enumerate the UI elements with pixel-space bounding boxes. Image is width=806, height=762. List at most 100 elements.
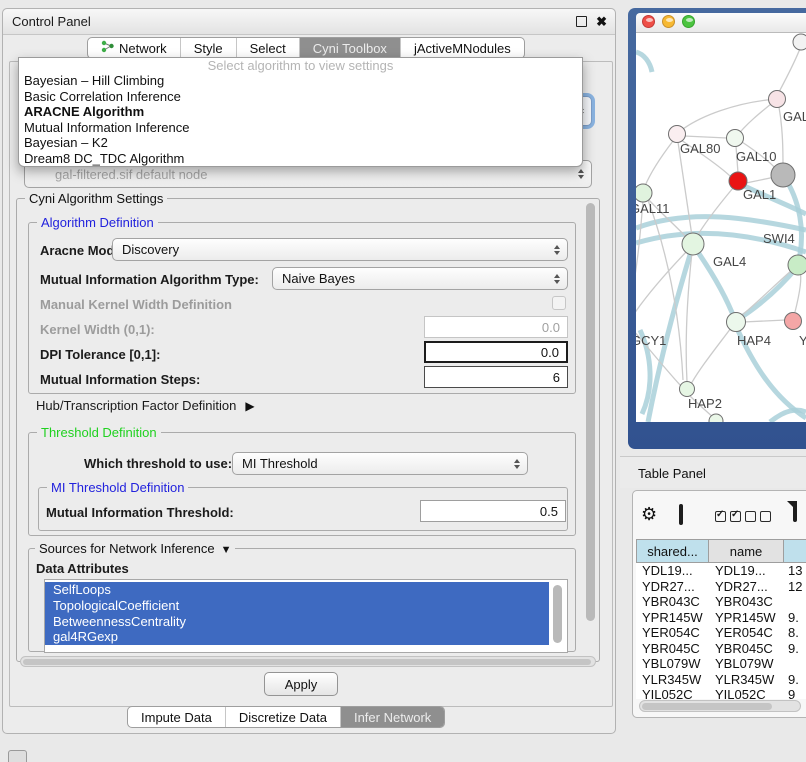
dpi-tolerance-field[interactable]: 0.0: [424, 341, 568, 363]
split-columns-icon[interactable]: [679, 504, 683, 525]
minimize-window-icon[interactable]: [662, 15, 675, 28]
algorithm-option-basic-correlation-inference[interactable]: Basic Correlation Inference: [19, 89, 582, 105]
network-window-titlebar[interactable]: [636, 13, 806, 33]
collapsed-panel-icon[interactable]: [8, 750, 27, 762]
table-row[interactable]: YER054CYER054C8.: [636, 625, 806, 641]
data-attributes-list[interactable]: SelfLoopsTopologicalCoefficientBetweenne…: [44, 579, 568, 653]
network-edge[interactable]: [636, 52, 652, 72]
network-edge[interactable]: [741, 270, 792, 316]
table-row[interactable]: YBL079WYBL079W: [636, 656, 806, 672]
tab-network[interactable]: Network: [88, 38, 180, 58]
table-cell: 8.: [784, 625, 806, 641]
network-edge[interactable]: [691, 328, 731, 384]
table-cell: 13: [784, 563, 806, 579]
table-row[interactable]: YDR27...YDR27...12: [636, 579, 806, 595]
table-body: YDL19...YDL19...13YDR27...YDR27...12YBR0…: [636, 563, 806, 699]
sources-title: Sources for Network Inference: [39, 541, 215, 556]
network-node-gal11[interactable]: [636, 184, 652, 202]
algorithm-option-bayesian-k2[interactable]: Bayesian – K2: [19, 135, 582, 151]
horizontal-scrollbar-thumb[interactable]: [23, 659, 591, 666]
control-panel-titlebar[interactable]: Control Panel ✖: [3, 9, 615, 35]
attribute-item-gal4rgexp[interactable]: gal4RGexp: [45, 629, 549, 645]
column-header-3[interactable]: [784, 539, 806, 563]
table-cell: 9.: [784, 672, 806, 688]
table-row[interactable]: YPR145WYPR145W9.: [636, 610, 806, 626]
network-node[interactable]: [771, 163, 795, 187]
gear-icon[interactable]: [641, 505, 657, 523]
network-edge[interactable]: [636, 200, 643, 310]
table-row[interactable]: YDL19...YDL19...13: [636, 563, 806, 579]
network-node-hap2[interactable]: [680, 382, 695, 397]
table-row[interactable]: YLR345WYLR345W9.: [636, 672, 806, 688]
algorithm-option-bayesian-hill-climbing[interactable]: Bayesian – Hill Climbing: [19, 73, 582, 89]
network-edge[interactable]: [645, 141, 673, 186]
network-node-gal80[interactable]: [669, 126, 686, 143]
table-horizontal-scrollbar[interactable]: [639, 700, 801, 712]
new-table-icon[interactable]: [793, 501, 797, 522]
network-edge[interactable]: [743, 320, 786, 322]
network-edge[interactable]: [678, 142, 692, 236]
float-window-icon[interactable]: [576, 16, 587, 27]
deselect-all-checkboxes-icon[interactable]: [745, 511, 771, 522]
network-edge[interactable]: [696, 188, 733, 238]
mi-threshold-field[interactable]: 0.5: [420, 500, 566, 522]
settings-horizontal-scrollbar[interactable]: [20, 656, 596, 667]
hub-definition-expander[interactable]: Hub/Transcription Factor Definition: [36, 398, 255, 413]
mi-steps-label: Mutual Information Steps:: [40, 372, 200, 387]
node-label-gal10: GAL10: [736, 149, 776, 164]
tab-select[interactable]: Select: [236, 38, 299, 58]
network-node-gal4[interactable]: [682, 233, 704, 255]
table-row[interactable]: YBR043CYBR043C: [636, 594, 806, 610]
kernel-width-field[interactable]: 0.0: [424, 316, 568, 338]
attribute-item-selfloops[interactable]: SelfLoops: [45, 582, 549, 598]
network-node-swi4[interactable]: [788, 255, 806, 275]
network-view-window[interactable]: GALGAL80GAL10GAL1GAL11GAL4SWI4GCY1HAP4YH…: [628, 8, 806, 449]
network-edge[interactable]: [636, 217, 806, 230]
tab-jactivemnodules[interactable]: jActiveMNodules: [400, 38, 524, 58]
network-node-hap4[interactable]: [727, 313, 746, 332]
network-node-y[interactable]: [785, 313, 802, 330]
settings-vertical-scrollbar[interactable]: [586, 203, 595, 621]
table-scrollbar-thumb[interactable]: [642, 703, 772, 710]
network-edge[interactable]: [746, 177, 775, 183]
list-scrollbar-thumb[interactable]: [553, 585, 562, 643]
attribute-item-topologicalcoefficient[interactable]: TopologicalCoefficient: [45, 598, 549, 614]
network-edge[interactable]: [795, 272, 801, 312]
table-row[interactable]: YBR045CYBR045C9.: [636, 641, 806, 657]
close-icon[interactable]: ✖: [596, 15, 607, 28]
apply-button[interactable]: Apply: [264, 672, 338, 696]
network-canvas[interactable]: GALGAL80GAL10GAL1GAL11GAL4SWI4GCY1HAP4YH…: [636, 33, 806, 422]
network-edge[interactable]: [684, 136, 727, 138]
algorithm-option-aracne-algorithm[interactable]: ARACNE Algorithm: [19, 104, 582, 120]
close-window-icon[interactable]: [642, 15, 655, 28]
sources-expander[interactable]: Sources for Network Inference: [35, 541, 235, 556]
network-edge[interactable]: [679, 99, 777, 132]
tab-cyni-toolbox[interactable]: Cyni Toolbox: [299, 38, 400, 58]
column-header-name[interactable]: name: [709, 539, 784, 563]
table-row[interactable]: YIL052CYIL052C9: [636, 687, 806, 699]
manual-kernel-width-checkbox[interactable]: [552, 296, 566, 310]
aracne-mode-combobox[interactable]: Discovery: [112, 238, 568, 261]
mi-algorithm-type-combobox[interactable]: Naive Bayes: [272, 267, 568, 290]
tab-impute-data[interactable]: Impute Data: [128, 707, 225, 727]
mi-steps-field[interactable]: 6: [424, 366, 568, 388]
tab-discretize-data[interactable]: Discretize Data: [225, 707, 340, 727]
mi-threshold-label: Mutual Information Threshold:: [46, 505, 234, 520]
algorithm-option-dream8-dc-tdc-algorithm[interactable]: Dream8 DC_TDC Algorithm: [19, 151, 582, 167]
network-edge[interactable]: [779, 46, 801, 92]
tab-style[interactable]: Style: [180, 38, 236, 58]
which-threshold-combobox[interactable]: MI Threshold: [232, 452, 528, 475]
network-edge[interactable]: [783, 175, 802, 264]
select-all-checkboxes-icon[interactable]: [715, 511, 741, 522]
zoom-window-icon[interactable]: [682, 15, 695, 28]
algorithm-option-mutual-information-inference[interactable]: Mutual Information Inference: [19, 120, 582, 136]
tab-infer-network[interactable]: Infer Network: [340, 707, 444, 727]
node-label-hap4: HAP4: [737, 333, 771, 348]
manual-kernel-width-label: Manual Kernel Width Definition: [40, 297, 232, 312]
column-header-shared[interactable]: shared...: [636, 539, 709, 563]
network-node[interactable]: [793, 34, 806, 50]
network-node-gal[interactable]: [769, 91, 786, 108]
attribute-item-betweennesscentrality[interactable]: BetweennessCentrality: [45, 614, 549, 630]
network-node-gal10[interactable]: [727, 130, 744, 147]
node-label-gal80: GAL80: [680, 141, 720, 156]
